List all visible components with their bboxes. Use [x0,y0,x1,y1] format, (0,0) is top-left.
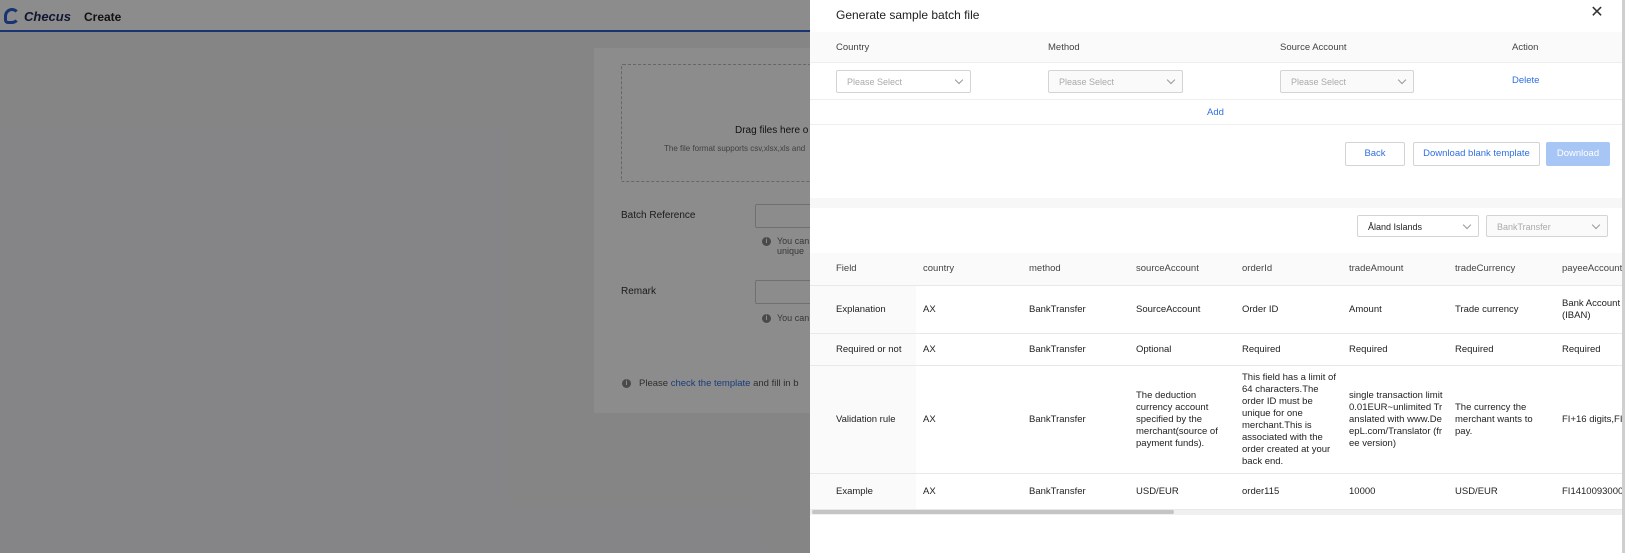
chevron-down-icon [1166,75,1176,85]
table-header-cell: orderId [1242,263,1273,274]
table-cell: single transaction limit 0.01EUR~unlimit… [1349,389,1443,449]
table-cell: FI1410093000 [1562,485,1622,497]
table-cell: USD/EUR [1455,485,1498,497]
table-cell: Trade currency [1455,303,1519,315]
filter-method-value: BankTransfer [1497,222,1551,232]
selection-table-header: Country Method Source Account Action [810,32,1625,63]
table-cell: BankTransfer [1029,303,1086,315]
table-cell: Validation rule [810,366,916,473]
chevron-down-icon [954,75,964,85]
table-cell: The currency the merchant wants to pay. [1455,401,1533,437]
table-cell: Optional [1136,343,1172,355]
table-header-row: Field country method sourceAccount order… [810,253,1625,286]
table-cell: BankTransfer [1029,413,1086,425]
table-row: Required or not AX BankTransfer Optional… [810,334,1625,366]
table-cell: Order ID [1242,303,1279,315]
table-cell: Required or not [810,334,916,365]
delete-link[interactable]: Delete [1512,75,1539,86]
chevron-down-icon [1591,220,1601,230]
table-header-cell: tradeAmount [1349,263,1404,274]
filter-method-select[interactable]: BankTransfer [1486,215,1608,237]
back-button[interactable]: Back [1345,142,1405,166]
table-cell: AX [923,303,936,315]
add-link[interactable]: Add [1207,107,1224,118]
table-header-cell: method [1029,263,1061,274]
table-cell: Amount [1349,303,1382,315]
download-button[interactable]: Download [1546,142,1610,166]
header-action: Action [1512,42,1539,53]
table-cell: Bank Account (IBAN) [1562,297,1621,321]
chevron-down-icon [1462,220,1472,230]
table-header-cell: tradeCurrency [1455,263,1516,274]
method-select[interactable]: Please Select [1048,70,1183,93]
chevron-down-icon [1397,75,1407,85]
header-source-account: Source Account [1280,42,1347,53]
table-cell: AX [923,485,936,497]
table-cell: Required [1349,343,1388,355]
table-cell: This field has a limit of 64 characters.… [1242,371,1336,467]
drawer-title: Generate sample batch file [836,8,980,22]
table-header-cell: payeeAccount [1562,263,1623,274]
table-cell: Required [1242,343,1281,355]
country-placeholder: Please Select [847,77,903,87]
add-row: Add [810,100,1625,125]
table-cell: BankTransfer [1029,485,1086,497]
country-select[interactable]: Please Select [836,70,971,93]
selection-row: Please Select Please Select Please Selec… [810,63,1625,100]
source-account-placeholder: Please Select [1291,77,1347,87]
horizontal-scrollbar[interactable] [810,510,1625,515]
download-blank-template-button[interactable]: Download blank template [1413,142,1540,166]
generate-sample-drawer: Generate sample batch file ✕ Country Met… [810,0,1625,553]
filter-country-select[interactable]: Åland Islands [1357,215,1479,237]
table-cell: AX [923,343,936,355]
table-header-cell: country [923,263,955,274]
scrollbar-thumb[interactable] [812,510,1174,514]
table-cell: Example [810,474,916,509]
table-filters: Åland Islands BankTransfer [810,208,1625,253]
table-cell: AX [923,413,936,425]
table-cell: Required [1562,343,1601,355]
table-cell: Required [1455,343,1494,355]
filter-country-value: Åland Islands [1368,222,1423,232]
table-cell: Explanation [810,286,916,333]
table-header-cell: sourceAccount [1136,263,1199,274]
table-header-cell: Field [810,253,916,285]
table-cell: FI+16 digits,FI be capitalized [1562,414,1622,425]
table-cell: 10000 [1349,485,1376,497]
table-row: Validation rule AX BankTransfer The dedu… [810,366,1625,474]
header-method: Method [1048,42,1080,53]
table-row: Example AX BankTransfer USD/EUR order115… [810,474,1625,510]
table-cell: order115 [1242,485,1280,497]
close-icon[interactable]: ✕ [1589,5,1605,21]
sample-fields-table: Field country method sourceAccount order… [810,253,1625,510]
method-placeholder: Please Select [1059,77,1115,87]
table-cell: SourceAccount [1136,303,1201,315]
header-country: Country [836,42,870,53]
table-cell: BankTransfer [1029,343,1086,355]
section-divider [810,198,1625,208]
table-cell: USD/EUR [1136,485,1179,497]
source-account-select[interactable]: Please Select [1280,70,1414,93]
table-cell: The deduction currency account specified… [1136,389,1218,449]
table-row: Explanation AX BankTransfer SourceAccoun… [810,286,1625,334]
selection-table: Country Method Source Account Action Ple… [810,32,1625,125]
